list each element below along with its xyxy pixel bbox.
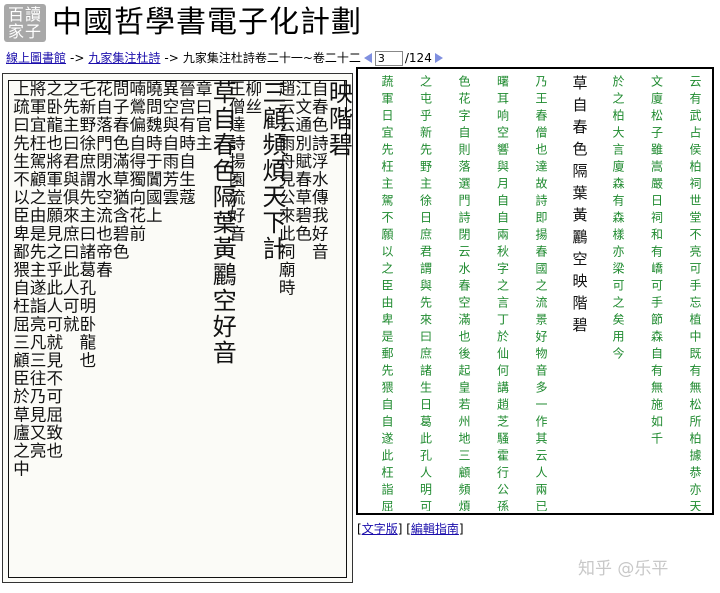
transcribed-text-panel: 云有武占侯柏祠世堂不亮可手忘植中既有無松所柏據恭亦天末長必豈然亦若手要是州植絶乎…	[356, 67, 714, 515]
previous-page-arrow-icon[interactable]	[363, 53, 372, 63]
annotation-text-column: 之屯乎新先野主徐日庶君謂與先來曰庶諸生日葛此孔人明可就見	[418, 75, 433, 511]
annotation-text-column: 曙耳响空響與月自自兩秋字之言丁於仙何講趙芝騷霍行公孫忘見主氏而公舊陸物來宅詩空此…	[495, 75, 510, 511]
scan-text-column: 王僧達詩揚園流好音	[226, 80, 246, 243]
scan-text-column: 曉問魏時于闐國上	[143, 80, 163, 225]
annotation-text-column: 云有武占侯柏祠世堂不亮可手忘植中既有無松所柏據恭亦天末長必豈然亦若手要是州植絶乎…	[688, 75, 702, 511]
edit-guide-link[interactable]: 編輯指南	[411, 522, 459, 536]
text-version-link[interactable]: 文字版	[362, 522, 398, 536]
main-text-column: 草自春色隔葉黃鸝空映階碧	[570, 75, 589, 339]
breadcrumb-separator: ->	[164, 51, 179, 65]
logo-text-line2: 家子	[8, 22, 43, 41]
scan-text-column: 上疏曰先生不以臣卑鄙猥自枉屈三顧臣於草廬之中	[10, 80, 30, 479]
watermark: 知乎 @乐平	[578, 559, 669, 579]
next-page-arrow-icon[interactable]	[434, 53, 443, 63]
annotation-text-column: 蔬軍日宜先枉主駕不願以之臣由卑是郵先猥自自遂此枉詣屈三凡顧三子往草乃廬見之中又亮…	[380, 75, 394, 511]
annotation-text-column: 色花字自則落選門詩閉云水春空滿也後起皇若州地三顧頻煩天下計	[457, 75, 471, 511]
annotation-text-column: 乃王春僧也達故詩即揚春國之流景好物音多一作其云人兩已句色江詩文洋通水別懷賦我春好…	[534, 75, 548, 511]
scan-text-column: 異空與自雨芳雲	[159, 80, 179, 207]
scan-text-column: 乇新野徐庶謂先主曰諸葛孔明卧龍也	[76, 80, 96, 370]
annotation-text-column: 於之柏大言廈森有森樣亦梁可之矣用今	[611, 75, 625, 364]
page-header: 百讀 家子 中國哲學書電子化計劃	[0, 0, 720, 46]
breadcrumb-separator: ->	[70, 51, 85, 65]
scan-text-column: 之先主曰君與俱來庶曰此人可就	[60, 80, 80, 334]
scan-text-column: 問子春色滿草猶含碧色	[110, 80, 130, 261]
scan-text-column: 花自落門閉水空流也帝春	[93, 80, 113, 280]
scan-text-column: 映階碧	[324, 80, 353, 158]
scan-text-column: 江文通別賦春草碧色	[292, 80, 312, 243]
annotation-text-column: 文廈松子雖嵩嚴日祠和有嶠可手節森自有無施如千	[649, 75, 664, 449]
scan-text-column: 之卧龍也將軍豈願見之乎此人可就見不可屈致也	[43, 80, 63, 461]
scanned-page-image[interactable]: 上疏曰先生不以臣卑鄙猥自枉屈三顧臣於草廬之中 將軍宜枉駕顧之由是先主遂詣亮凡三往乃…	[2, 73, 353, 583]
scan-text-column: 喃鶯偏自得獨向花前	[126, 80, 146, 243]
page-number-input[interactable]	[374, 50, 403, 66]
breadcrumb-book-link[interactable]: 九家集注杜詩	[88, 49, 160, 67]
page-total: /124	[404, 51, 432, 65]
scan-text-column: 趙云云雨舟見公來此祠廟時	[276, 80, 296, 298]
logo-text-line1: 百讀	[8, 5, 43, 24]
breadcrumb: 線上圖書館 -> 九家集注杜詩 -> 九家集注杜詩卷二十一~卷二十二 /124	[6, 49, 446, 67]
footer-links: [文字版] [編輯指南]	[357, 522, 464, 536]
breadcrumb-home-link[interactable]: 線上圖書館	[6, 49, 66, 67]
site-title[interactable]: 中國哲學書電子化計劃	[52, 3, 362, 43]
breadcrumb-current-chapter: 九家集注杜詩卷二十一~卷二十二	[182, 51, 361, 65]
scan-text-column: 將軍宜枉駕顧之由是先主遂詣亮凡三往乃見又亮	[27, 80, 47, 461]
scan-text-column: 晉宫有時自生蔻	[176, 80, 196, 207]
site-logo[interactable]: 百讀 家子	[4, 4, 46, 42]
